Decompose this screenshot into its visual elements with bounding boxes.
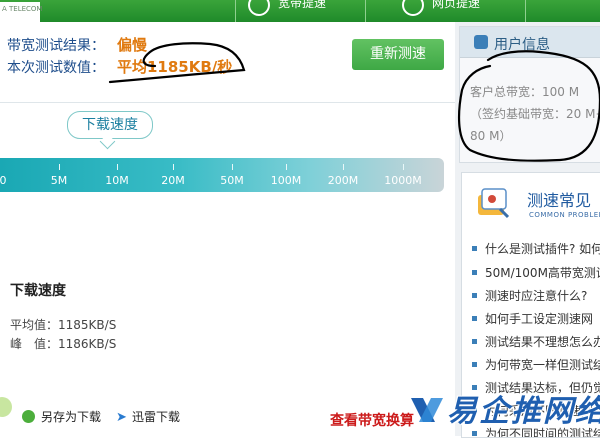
gauge-tick	[59, 164, 60, 170]
faq-item[interactable]: 什么是测试插件? 如何	[472, 240, 600, 257]
gauge-tick-label: 0	[0, 174, 7, 187]
top-nav-bar: A TELECOM 宽带提速 网页提速	[0, 0, 600, 22]
save-as-label: 另存为下载	[41, 410, 102, 424]
bullet-icon	[472, 293, 477, 298]
thunder-download-link[interactable]: ➤ 迅雷下载	[116, 408, 180, 425]
flower-icon	[0, 397, 12, 417]
faq-item-label: 如何手工设定测速网	[485, 312, 594, 326]
user-info-box: 用户信息 客户总带宽：100 M （签约基础带宽：20 M+提速 80 M）	[459, 26, 600, 163]
peak-value: 1186KB/S	[58, 337, 117, 351]
user-icon	[474, 35, 488, 49]
gauge-tick-label: 20M	[161, 174, 185, 187]
peak-label: 峰 值：	[10, 337, 59, 351]
average-value: 1185KB/S	[58, 318, 117, 332]
average-speed-row: 平均值：1185KB/S	[10, 316, 116, 333]
thunder-bird-icon: ➤	[116, 410, 127, 425]
faq-item[interactable]: 50M/100M高带宽测试	[472, 264, 600, 281]
total-bandwidth: 客户总带宽：100 M	[470, 85, 580, 99]
globe-icon	[402, 0, 424, 16]
download-speed-title: 下载速度	[10, 283, 66, 299]
faq-item-label: 测速时应注意什么?	[485, 289, 588, 303]
divider	[0, 102, 455, 103]
view-bandwidth-conversion-link[interactable]: 查看带宽换算	[330, 410, 414, 430]
bullet-icon	[472, 316, 477, 321]
user-info-title: 用户信息	[494, 37, 550, 53]
bullet-icon	[472, 246, 477, 251]
bullet-icon	[472, 270, 477, 275]
gauge-tick-label: 10M	[105, 174, 129, 187]
brand-subtitle: A TELECOM	[2, 5, 43, 13]
gauge-tick	[117, 164, 118, 170]
bullet-icon	[472, 339, 477, 344]
watermark-text: 易企推网络	[447, 394, 600, 429]
user-info-header: 用户信息	[460, 27, 600, 58]
faq-logo-icon	[478, 188, 510, 219]
result-value: 偏慢	[117, 36, 148, 54]
gauge-tick-label: 100M	[270, 174, 302, 187]
thunder-label: 迅雷下载	[132, 410, 181, 424]
average-label: 平均值：	[10, 318, 59, 332]
faq-item-label: 50M/100M高带宽测试	[485, 266, 600, 280]
download-speed-tag: 下载速度	[67, 111, 153, 139]
contract-bandwidth: （签约基础带宽：20 M+提速	[470, 107, 600, 121]
speedup-bandwidth: 80 M）	[470, 129, 512, 143]
bullet-icon	[472, 362, 477, 367]
faq-item[interactable]: 测速时应注意什么?	[472, 287, 587, 304]
gauge-tick	[343, 164, 344, 170]
faq-item-label: 为何带宽一样但测试结	[485, 358, 600, 372]
test-value: 平均1185KB/秒	[117, 58, 233, 76]
gauge-tick-label: 5M	[50, 174, 68, 187]
test-value-row: 本次测试数值： 平均1185KB/秒	[7, 56, 232, 77]
nav-item-label: 宽带提速	[278, 0, 327, 10]
result-row: 带宽测试结果： 偏慢	[7, 34, 147, 55]
retest-button[interactable]: 重新测速	[352, 39, 444, 70]
faq-item[interactable]: 为何带宽一样但测试结	[472, 356, 600, 373]
save-as-download-link[interactable]: 另存为下载	[22, 408, 101, 425]
test-value-label: 本次测试数值：	[7, 60, 105, 76]
gauge-tick-label: 50M	[220, 174, 244, 187]
faq-item-label: 测试结果不理想怎么办	[485, 335, 600, 349]
speed-gauge: 0 5M 10M 20M 50M 100M 200M 1000M	[0, 158, 444, 192]
faq-subtitle: COMMON PROBLEM	[529, 211, 600, 219]
gauge-tick	[173, 164, 174, 170]
nav-separator	[235, 0, 236, 22]
nav-separator	[525, 0, 526, 22]
faq-item[interactable]: 测试结果不理想怎么办	[472, 333, 600, 350]
download-arrow-icon	[22, 410, 35, 423]
faq-item-label: 什么是测试插件? 如何	[485, 242, 600, 256]
watermark: 易企推网络	[405, 384, 600, 436]
monitor-icon	[248, 0, 270, 16]
faq-item[interactable]: 如何手工设定测速网	[472, 310, 593, 327]
gauge-tick	[403, 164, 404, 170]
gauge-tick	[286, 164, 287, 170]
nav-item-label: 网页提速	[432, 0, 481, 10]
gauge-tick-label: 1000M	[384, 174, 422, 187]
faq-title: 测速常见	[527, 191, 592, 210]
gauge-tick-label: 200M	[327, 174, 359, 187]
speed-test-panel: 带宽测试结果： 偏慢 本次测试数值： 平均1185KB/秒 重新测速 下载速度 0 …	[0, 22, 455, 436]
nav-separator	[365, 0, 366, 22]
telecom-logo: A TELECOM	[0, 2, 43, 22]
watermark-logo-icon	[411, 398, 443, 422]
gauge-tick	[232, 164, 233, 170]
peak-speed-row: 峰 值：1186KB/S	[10, 335, 116, 352]
result-label: 带宽测试结果：	[7, 38, 105, 54]
